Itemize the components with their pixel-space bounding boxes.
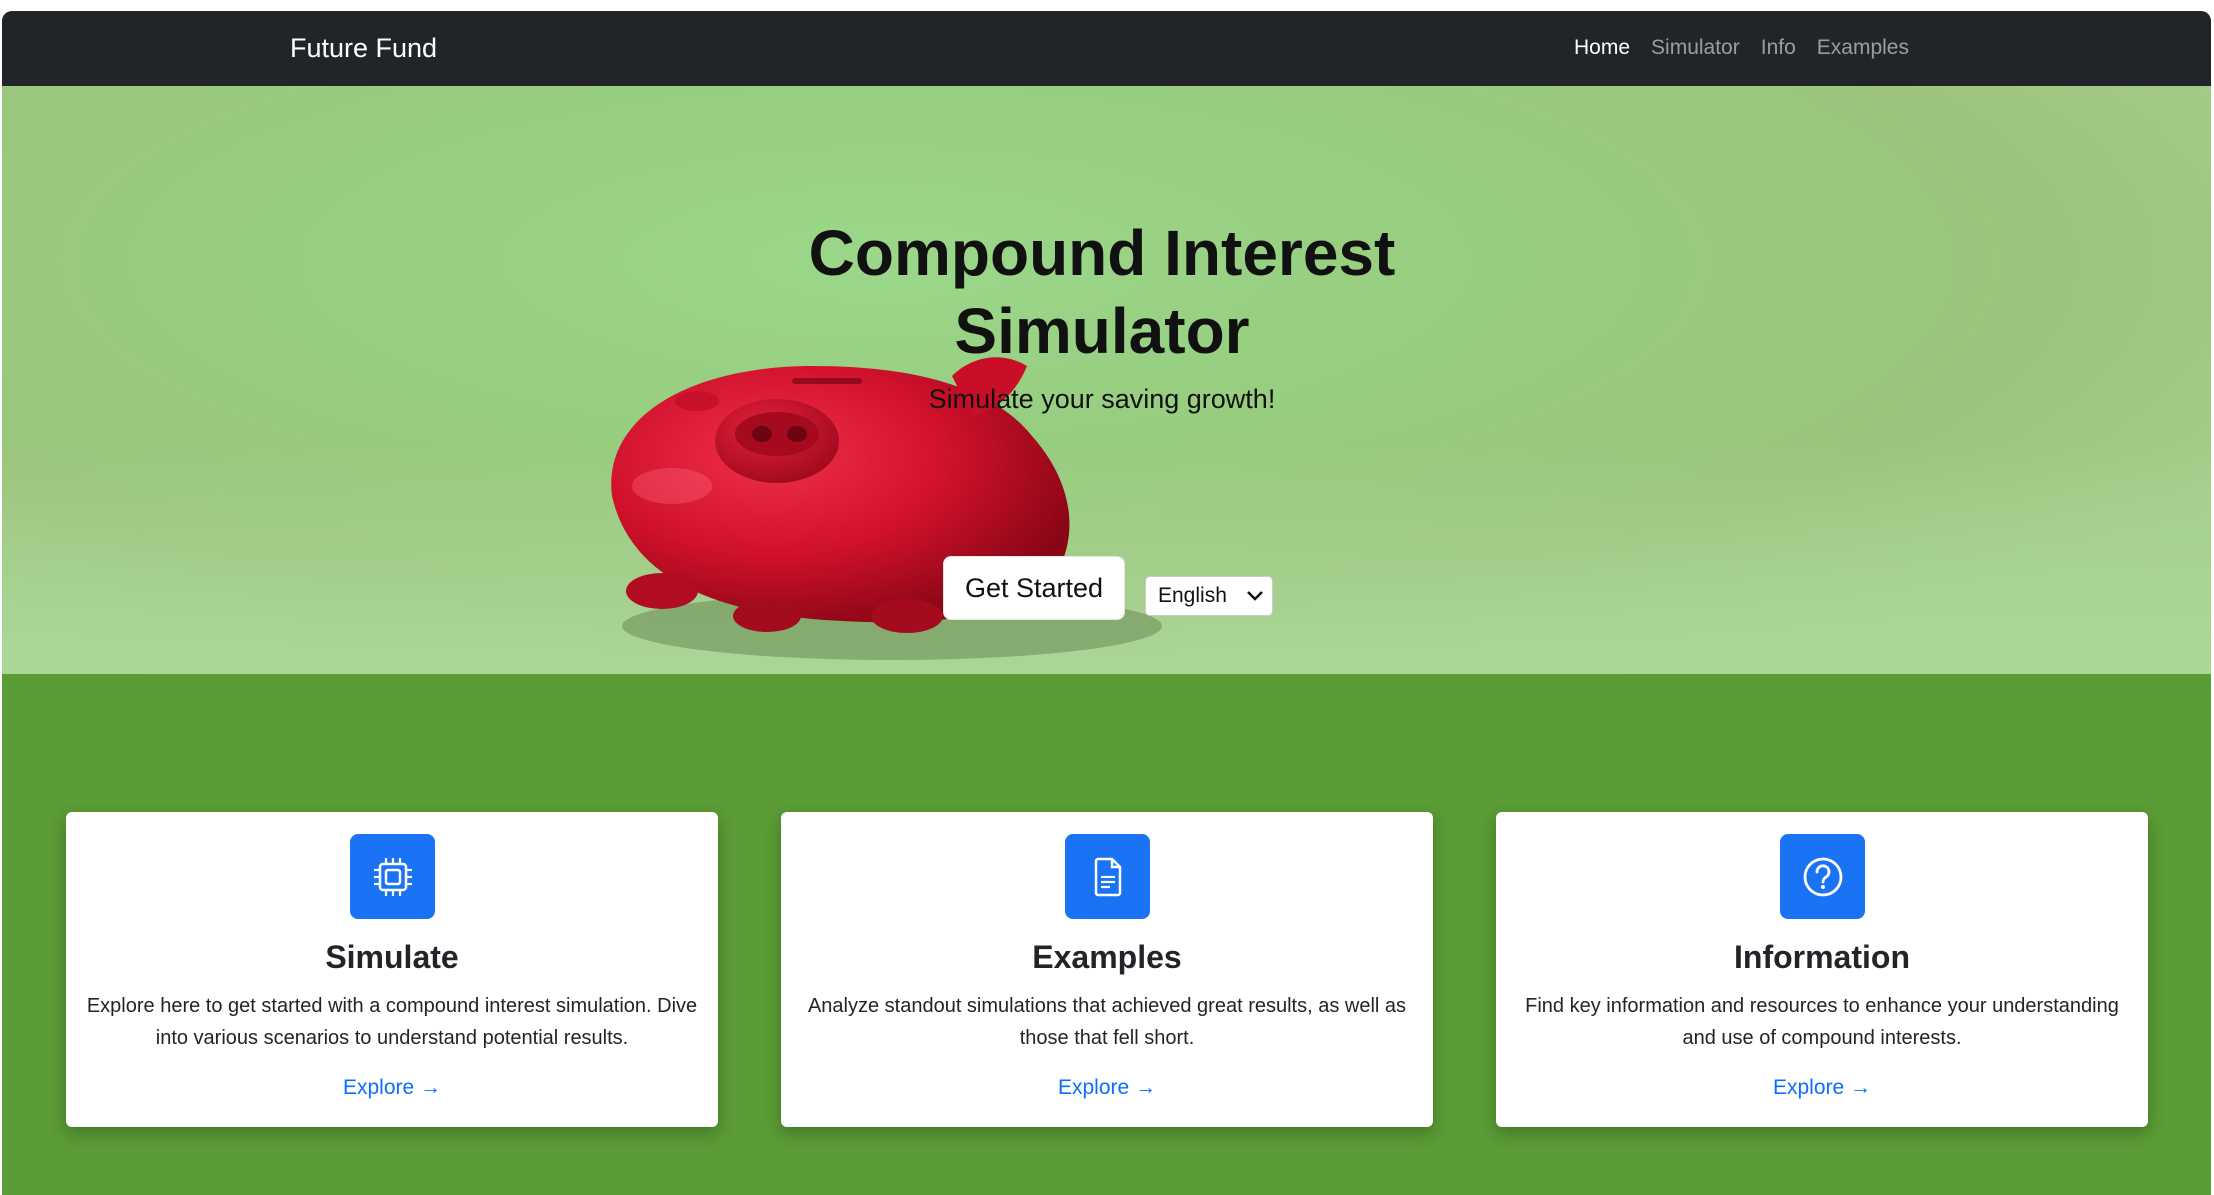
chevron-down-icon xyxy=(1247,591,1263,601)
explore-examples-link[interactable]: Explore → xyxy=(781,1074,1433,1102)
language-select-value: English xyxy=(1158,584,1227,607)
brand-logo-text[interactable]: Future Fund xyxy=(290,31,437,65)
card-title: Examples xyxy=(1032,939,1182,975)
card-description: Find key information and resources to en… xyxy=(1525,995,2119,1049)
nav-link-home[interactable]: Home xyxy=(1574,34,1630,62)
card-description: Explore here to get started with a compo… xyxy=(86,995,698,1049)
hero-title: Compound Interest Simulator xyxy=(808,217,1396,367)
hero-subtitle: Simulate your saving growth! xyxy=(928,384,1276,414)
explore-simulate-link[interactable]: Explore → xyxy=(66,1074,718,1102)
get-started-button[interactable]: Get Started xyxy=(943,556,1125,620)
card-title: Information xyxy=(1734,939,1910,975)
icon-tile xyxy=(350,834,435,919)
feature-card-simulate: Simulate Explore here to get started wit… xyxy=(66,812,718,1127)
language-select[interactable]: English xyxy=(1145,576,1273,616)
document-icon xyxy=(1094,857,1122,897)
explore-information-link[interactable]: Explore → xyxy=(1496,1074,2148,1102)
icon-tile xyxy=(1780,834,1865,919)
nav-link-simulator[interactable]: Simulator xyxy=(1651,34,1740,62)
page-frame: Future Fund Home Simulator Info Examples xyxy=(2,11,2211,1195)
nav-link-info[interactable]: Info xyxy=(1761,34,1796,62)
cpu-chip-icon xyxy=(374,858,412,896)
nav-links: Home Simulator Info Examples xyxy=(1574,34,1930,62)
icon-tile xyxy=(1065,834,1150,919)
feature-card-examples: Examples Analyze standout simulations th… xyxy=(781,812,1433,1127)
hero-section: Compound Interest Simulator Simulate you… xyxy=(2,86,2211,674)
nav-link-examples[interactable]: Examples xyxy=(1817,34,1909,62)
card-description: Analyze standout simulations that achiev… xyxy=(807,995,1407,1049)
feature-card-information: Information Find key information and res… xyxy=(1496,812,2148,1127)
card-title: Simulate xyxy=(325,939,459,975)
top-navbar: Future Fund Home Simulator Info Examples xyxy=(2,11,2211,86)
question-circle-icon xyxy=(1803,857,1843,897)
features-section: Simulate Explore here to get started wit… xyxy=(2,674,2211,1195)
